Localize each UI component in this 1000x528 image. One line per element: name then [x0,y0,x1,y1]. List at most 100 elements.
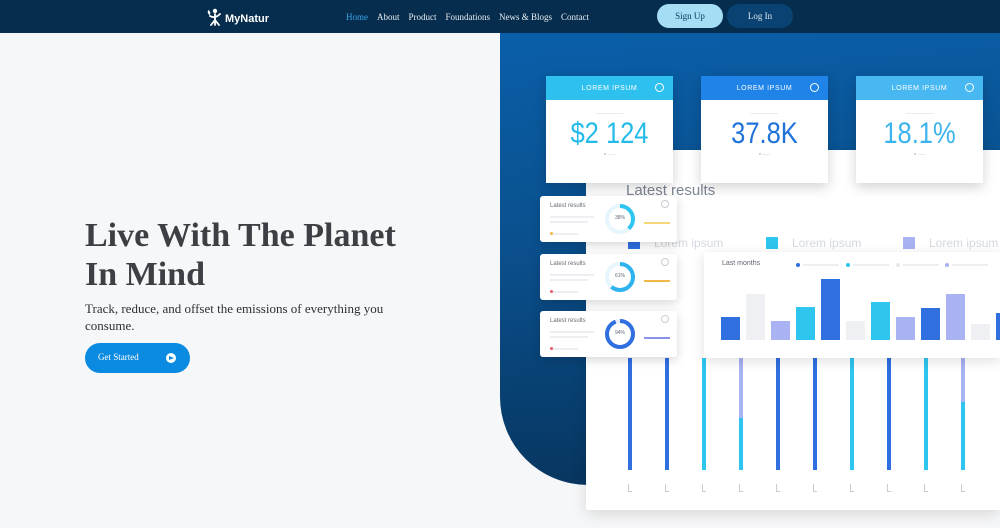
mini-card-line [550,331,594,333]
stat-card-header-label: LOREM IPSUM [736,84,793,92]
mini-card-line [550,233,578,235]
board-bar-chart [628,358,965,492]
mini-result-card-2: Latest results 61% [540,254,677,300]
log-in-button[interactable]: Log In [727,4,793,28]
board-bar [961,402,965,470]
board-tick [850,484,851,491]
stat-card-header: LOREM IPSUM [701,76,828,100]
board-tick [887,484,888,491]
stat-card-value: $2 124 [570,117,649,150]
board-bar [813,358,817,470]
mini-result-card-1: Latest results 38% [540,196,677,242]
board-bar [887,358,891,470]
board-tick [887,491,891,492]
board-bar [628,358,632,470]
board-x-ticks [628,484,965,492]
board-bar [665,358,669,470]
clock-icon [810,83,819,92]
nav-link-news-blogs[interactable]: News & Blogs [499,12,552,22]
month-bar [846,321,865,340]
board-tick [924,491,928,492]
nav-link-about[interactable]: About [377,12,400,22]
stat-card-footer: ● —— [603,151,616,156]
last-months-chart-card: Last months [704,252,1000,358]
mini-card-line [550,221,588,223]
board-tick [665,491,669,492]
top-navbar: MyNatur Home About Product Foundations N… [0,0,1000,33]
board-tick [665,484,666,491]
month-bar [821,279,840,340]
mini-card-title: Latest results [550,261,586,267]
mini-card-line [550,291,578,293]
board-legend-item-2: Lorem ipsum [766,236,861,250]
mini-card-percent: 61% [614,273,625,279]
stat-card-3: LOREM IPSUM ——————— 18.1% ● —— [856,76,983,183]
board-bar [776,358,780,470]
board-bar [961,358,965,402]
clock-icon [965,83,974,92]
month-bar [896,317,915,340]
legend-label: Lorem ipsum [792,236,862,250]
board-tick [702,491,706,492]
mini-card-percent: 38% [614,215,625,221]
help-icon [661,315,669,323]
nav-link-home[interactable]: Home [346,12,368,22]
month-bar [746,294,765,340]
board-tick [776,484,777,491]
legend-swatch [903,237,915,249]
month-bar [721,317,740,340]
board-bar [739,418,743,470]
board-bar [739,358,743,418]
board-tick [961,491,965,492]
stat-card-header: LOREM IPSUM [856,76,983,100]
stat-card-caption: ——————— [750,110,779,115]
board-legend-item-3: Lorem ipsum [903,236,998,250]
hero-subtitle: Track, reduce, and offset the emissions … [85,301,384,333]
nav-link-foundations[interactable]: Foundations [446,12,491,22]
brand-logo[interactable]: MyNatur [207,7,269,27]
month-bar [946,294,965,340]
board-tick [813,491,817,492]
stat-card-2: LOREM IPSUM ——————— 37.8K ● —— [701,76,828,183]
mini-card-percent: 94% [614,330,625,336]
month-bar [871,302,890,340]
sign-up-button[interactable]: Sign Up [657,4,723,28]
mini-result-card-3: Latest results 94% [540,311,677,357]
arrow-right-circle-icon [166,353,176,363]
nav-link-product[interactable]: Product [409,12,437,22]
board-tick [961,484,962,491]
mini-card-tag [644,280,670,282]
nav-link-contact[interactable]: Contact [561,12,589,22]
get-started-button[interactable]: Get Started [85,343,190,373]
help-icon [661,258,669,266]
board-tick [739,491,743,492]
board-bars [628,358,965,470]
stat-card-value: 37.8K [731,117,798,150]
stat-card-header-label: LOREM IPSUM [581,84,638,92]
stat-card-header-label: LOREM IPSUM [891,84,948,92]
stat-card-caption: ——————— [905,110,934,115]
board-tick [739,484,740,491]
month-bar [796,307,815,340]
board-bar [850,358,854,470]
mini-card-line [550,274,594,276]
board-tick [628,484,629,491]
month-bar [971,324,990,340]
stat-card-value: 18.1% [883,117,956,150]
board-bar [702,358,706,470]
mini-card-line [550,348,578,350]
hero-title: Live With The Planet In Mind [85,217,396,293]
mini-card-tag [644,222,670,224]
board-tick [702,484,703,491]
clock-icon [655,83,664,92]
month-bar [921,308,940,340]
legend-label: Lorem ipsum [929,236,999,250]
brand-name: MyNatur [225,13,270,25]
help-icon [661,200,669,208]
mini-card-tag [644,337,670,339]
stat-card-caption: ——————— [595,110,624,115]
stat-card-footer: ● —— [913,151,926,156]
main-nav: Home About Product Foundations News & Bl… [346,0,589,33]
board-tick [628,491,632,492]
status-dot [550,290,553,293]
